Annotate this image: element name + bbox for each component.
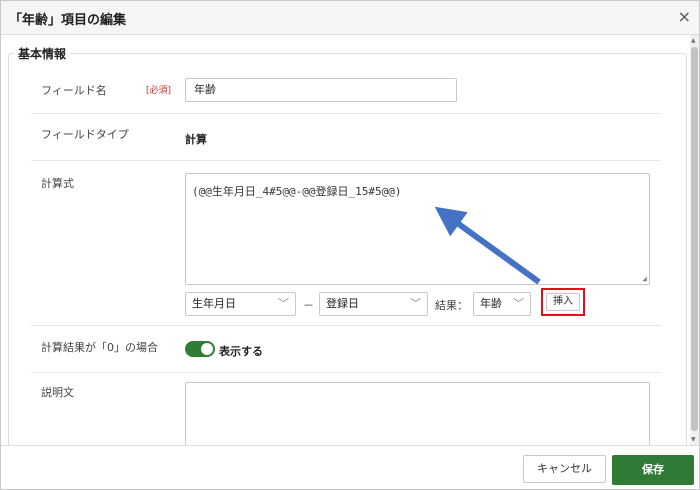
scrollbar[interactable]: ▲ ▼ bbox=[690, 35, 699, 445]
formula-textarea[interactable]: (@@生年月日_4#5@@-@@登録日_15#5@@) ◢ bbox=[185, 173, 650, 285]
section-title: 基本情報 bbox=[14, 45, 71, 62]
formula-label: 計算式 bbox=[41, 177, 74, 190]
insert-button[interactable]: 挿入 bbox=[546, 293, 580, 311]
scrollbar-thumb[interactable] bbox=[691, 47, 698, 431]
divider bbox=[31, 160, 661, 161]
field-select-1[interactable]: 生年月日 ﹀ bbox=[185, 292, 296, 316]
field-type-value: 計算 bbox=[185, 133, 207, 146]
field-select-2[interactable]: 登録日 ﹀ bbox=[319, 292, 428, 316]
dialog-footer: キャンセル 保存 bbox=[1, 445, 699, 489]
cancel-button[interactable]: キャンセル bbox=[523, 455, 606, 483]
field-select-1-value: 生年月日 bbox=[192, 297, 236, 310]
required-badge: [必須] bbox=[146, 86, 172, 96]
description-label: 説明文 bbox=[41, 386, 74, 399]
result-select-value: 年齢 bbox=[480, 297, 502, 310]
field-select-2-value: 登録日 bbox=[326, 297, 359, 310]
operator-text: － bbox=[303, 299, 314, 312]
chevron-down-icon: ﹀ bbox=[513, 297, 524, 310]
toggle-label: 表示する bbox=[219, 345, 263, 358]
scroll-up-icon[interactable]: ▲ bbox=[691, 37, 696, 44]
divider bbox=[31, 372, 661, 373]
field-name-input[interactable]: 年齢 bbox=[185, 78, 457, 102]
resize-handle-icon[interactable]: ◢ bbox=[642, 274, 647, 283]
chevron-down-icon: ﹀ bbox=[278, 297, 289, 310]
field-name-label: フィールド名 bbox=[41, 84, 107, 97]
zero-result-toggle[interactable] bbox=[185, 341, 215, 357]
dialog-title: 「年齢」項目の編集 bbox=[9, 13, 127, 28]
dialog-header: 「年齢」項目の編集 × bbox=[1, 1, 699, 35]
insert-button-highlight: 挿入 bbox=[541, 288, 585, 316]
close-icon[interactable]: × bbox=[678, 7, 691, 26]
formula-text: (@@生年月日_4#5@@-@@登録日_15#5@@) bbox=[192, 185, 402, 198]
dialog-body: 基本情報 フィールド名 [必須] 年齢 フィールドタイプ 計算 計算式 (@@生… bbox=[1, 35, 699, 445]
edit-field-dialog: 「年齢」項目の編集 × 基本情報 フィールド名 [必須] 年齢 フィールドタイプ… bbox=[0, 0, 700, 490]
save-button[interactable]: 保存 bbox=[612, 455, 694, 485]
toggle-knob bbox=[201, 343, 213, 355]
result-select[interactable]: 年齢 ﹀ bbox=[473, 292, 531, 316]
divider bbox=[31, 113, 661, 114]
zero-result-label: 計算結果が「0」の場合 bbox=[41, 341, 158, 354]
chevron-down-icon: ﹀ bbox=[410, 297, 421, 310]
result-label: 結果： bbox=[435, 299, 468, 312]
field-type-label: フィールドタイプ bbox=[41, 128, 129, 141]
description-textarea[interactable] bbox=[185, 382, 650, 445]
divider bbox=[31, 325, 661, 326]
scroll-down-icon[interactable]: ▼ bbox=[691, 436, 696, 443]
